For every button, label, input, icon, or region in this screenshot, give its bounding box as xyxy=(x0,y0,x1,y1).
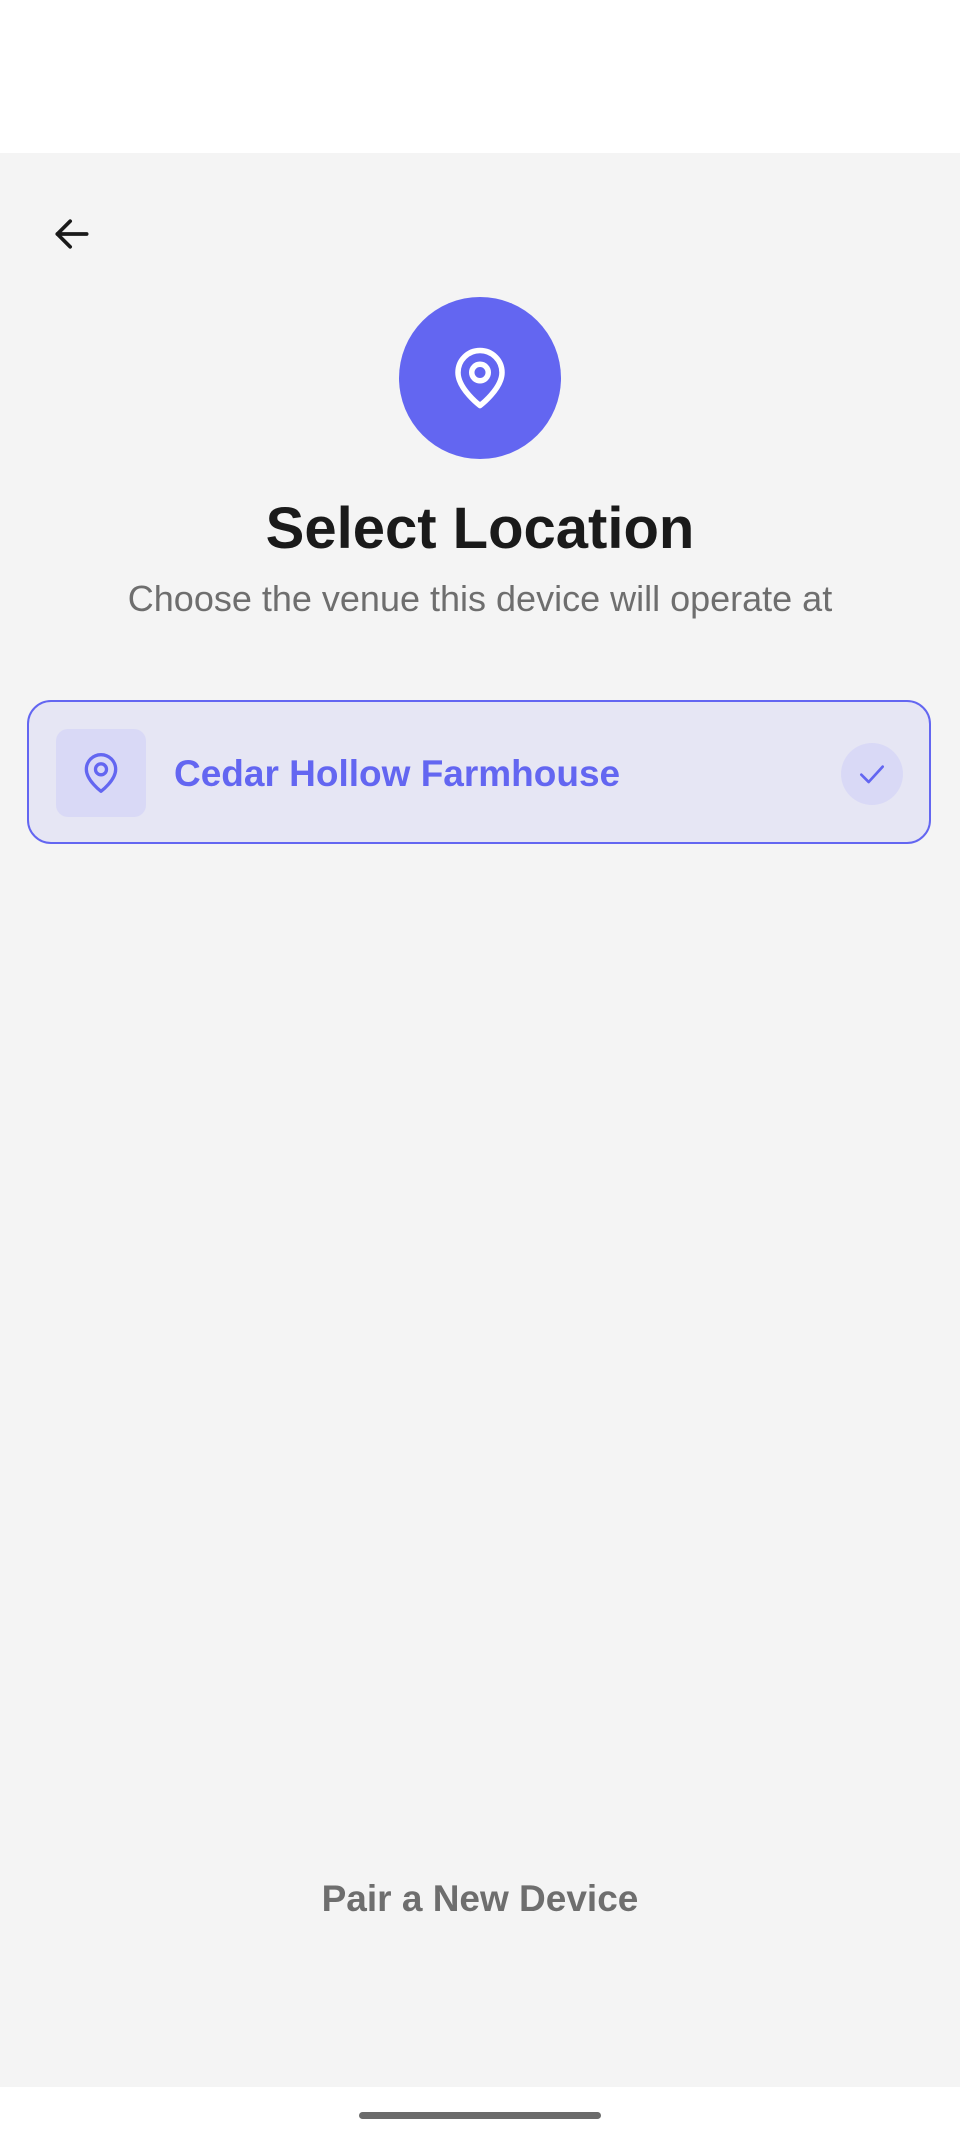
map-pin-icon xyxy=(455,347,505,409)
location-option-selected[interactable]: Cedar Hollow Farmhouse xyxy=(27,700,931,844)
status-bar xyxy=(0,0,960,153)
location-name: Cedar Hollow Farmhouse xyxy=(174,753,621,794)
page-title: Select Location xyxy=(265,496,695,561)
select-location-screen: Select Location Choose the venue this de… xyxy=(0,153,960,2087)
location-hero-badge xyxy=(399,297,561,459)
checkmark-icon xyxy=(860,765,884,784)
pair-new-device-button[interactable]: Pair a New Device xyxy=(0,1875,960,1923)
home-indicator[interactable] xyxy=(359,2112,601,2119)
system-nav-bar xyxy=(0,2087,960,2142)
map-pin-icon xyxy=(84,753,118,793)
page-subtitle: Choose the venue this device will operat… xyxy=(127,578,833,619)
selected-check-badge xyxy=(841,743,903,805)
arrow-left-icon xyxy=(55,219,89,249)
back-button[interactable] xyxy=(36,198,108,270)
location-icon-box xyxy=(56,729,146,817)
